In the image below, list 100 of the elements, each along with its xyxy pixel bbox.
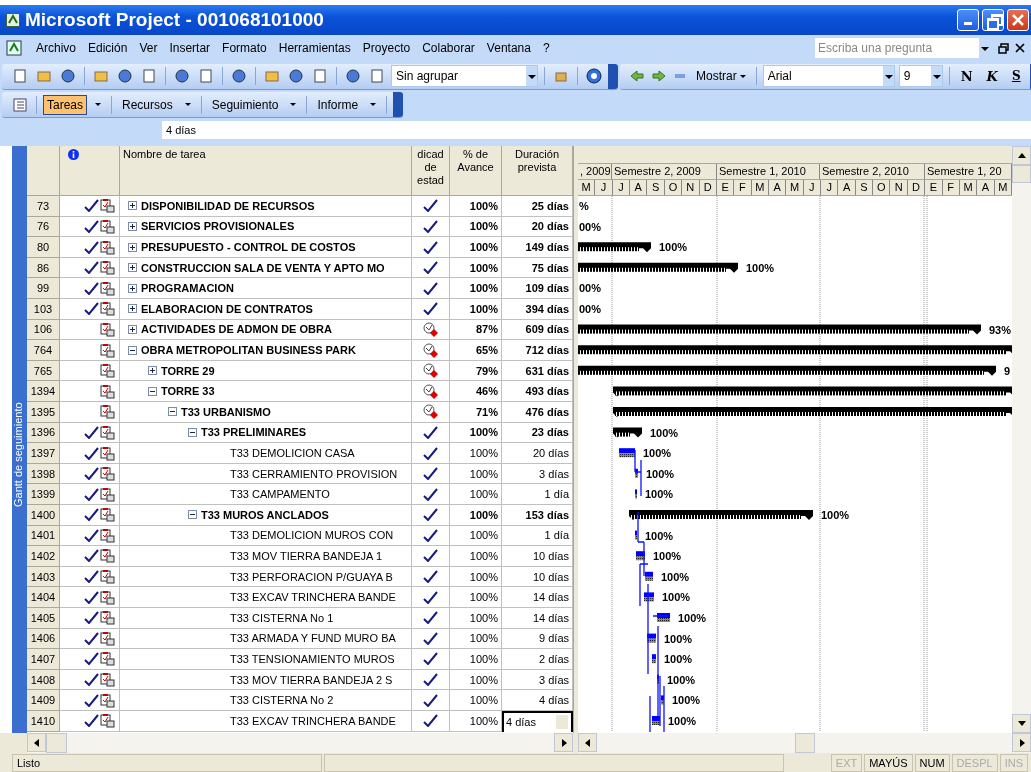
- horizontal-scrollbar[interactable]: [578, 733, 1031, 754]
- row-number[interactable]: 1401: [27, 525, 60, 547]
- column-header[interactable]: dicad de estad: [412, 146, 450, 197]
- row-number[interactable]: 106: [27, 319, 60, 341]
- column-header[interactable]: Nombre de tarea: [120, 146, 412, 197]
- row-number[interactable]: 764: [27, 340, 60, 361]
- row-number[interactable]: 1394: [27, 381, 60, 403]
- row-number[interactable]: 73: [27, 196, 60, 217]
- outline-toggle[interactable]: [148, 366, 157, 376]
- restore-document-icon[interactable]: [998, 42, 1009, 54]
- menu-item[interactable]: Ventana: [480, 41, 537, 56]
- summary-bar[interactable]: [578, 242, 651, 253]
- guide-tab[interactable]: Recursos: [118, 94, 177, 115]
- scroll-thumb[interactable]: [46, 733, 67, 754]
- outline-toggle[interactable]: [188, 427, 197, 437]
- arrow-left-icon[interactable]: [630, 69, 644, 83]
- row-number[interactable]: 1410: [27, 710, 60, 732]
- row-number[interactable]: 1402: [27, 546, 60, 567]
- row-number[interactable]: 1403: [27, 566, 60, 588]
- row-number[interactable]: 765: [27, 360, 60, 382]
- guide-tab[interactable]: Seguimiento: [207, 94, 283, 115]
- summary-bar[interactable]: [629, 510, 813, 521]
- scroll-thumb[interactable]: [1012, 165, 1031, 184]
- row-number[interactable]: 80: [27, 237, 60, 258]
- font-size-select[interactable]: 9: [898, 65, 943, 87]
- scroll-up-button[interactable]: [1012, 146, 1031, 166]
- task-bar[interactable]: [657, 613, 670, 623]
- task-bar[interactable]: [652, 716, 660, 726]
- task-bar[interactable]: [644, 592, 654, 602]
- menu-item[interactable]: Colaborar: [416, 41, 481, 56]
- outline-toggle[interactable]: [128, 283, 137, 293]
- scroll-left-button[interactable]: [578, 733, 597, 753]
- outline-toggle[interactable]: [128, 222, 137, 231]
- row-number[interactable]: 1400: [27, 505, 60, 526]
- format-button[interactable]: N: [955, 68, 978, 84]
- row-number[interactable]: 1405: [27, 607, 60, 629]
- task-bar[interactable]: [647, 633, 656, 643]
- task-bar[interactable]: [635, 468, 638, 478]
- row-number[interactable]: 1398: [27, 463, 60, 485]
- task-bar[interactable]: [645, 571, 653, 581]
- scroll-down-button[interactable]: [1012, 714, 1031, 734]
- task-bar[interactable]: [652, 654, 656, 664]
- row-number[interactable]: 1408: [27, 669, 60, 691]
- outline-toggle[interactable]: [128, 345, 137, 355]
- outline-toggle[interactable]: [128, 263, 137, 273]
- menu-item[interactable]: Ver: [133, 41, 164, 56]
- summary-bar[interactable]: [578, 345, 1012, 356]
- task-bar[interactable]: [619, 448, 635, 458]
- restore-button[interactable]: [982, 8, 1004, 31]
- list-icon[interactable]: [12, 96, 28, 113]
- format-button[interactable]: K: [981, 68, 1003, 84]
- summary-bar[interactable]: [613, 427, 642, 438]
- menu-item[interactable]: Formato: [216, 41, 273, 56]
- row-number[interactable]: 1406: [27, 628, 60, 650]
- row-number[interactable]: 1409: [27, 690, 60, 711]
- entry-field[interactable]: 4 días: [162, 121, 1031, 140]
- row-number[interactable]: 1404: [27, 587, 60, 608]
- menu-item[interactable]: Proyecto: [356, 41, 417, 56]
- outline-toggle[interactable]: [128, 324, 137, 334]
- row-number[interactable]: 1407: [27, 649, 60, 670]
- row-number[interactable]: 1396: [27, 422, 60, 444]
- horizontal-scrollbar[interactable]: [27, 733, 573, 754]
- menu-item[interactable]: Edición: [82, 41, 134, 56]
- show-button[interactable]: Mostrar: [692, 69, 750, 83]
- menu-item[interactable]: ?: [536, 41, 556, 56]
- task-bar[interactable]: [636, 551, 645, 561]
- row-number[interactable]: 1395: [27, 402, 60, 423]
- menu-item[interactable]: Herramientas: [272, 41, 357, 56]
- scroll-thumb[interactable]: [794, 733, 815, 754]
- arrow-right-icon[interactable]: [652, 69, 666, 83]
- outline-toggle[interactable]: [128, 242, 137, 252]
- help-icon[interactable]: [586, 68, 602, 84]
- summary-bar[interactable]: [578, 365, 996, 376]
- column-header[interactable]: % de Avance: [450, 146, 502, 197]
- help-question-field[interactable]: Escriba una pregunta: [815, 38, 990, 59]
- close-button[interactable]: [1007, 8, 1029, 31]
- toolbar-options-grip[interactable]: [608, 63, 618, 89]
- scroll-right-button[interactable]: [554, 733, 573, 753]
- guide-tab[interactable]: Informe: [313, 94, 363, 115]
- summary-bar[interactable]: [613, 407, 1012, 418]
- vertical-scrollbar[interactable]: [1012, 146, 1031, 734]
- row-number[interactable]: 99: [27, 278, 60, 300]
- outline-toggle[interactable]: [148, 386, 157, 396]
- toolbar-options-grip[interactable]: [393, 92, 404, 118]
- summary-bar[interactable]: [578, 262, 738, 273]
- font-select[interactable]: Arial: [762, 65, 895, 87]
- row-number[interactable]: 103: [27, 299, 60, 320]
- document-icon[interactable]: [6, 40, 22, 57]
- outline-toggle[interactable]: [128, 201, 137, 211]
- row-number[interactable]: 86: [27, 257, 60, 279]
- minimize-button[interactable]: [957, 8, 979, 31]
- outline-toggle[interactable]: [128, 304, 137, 314]
- row-number[interactable]: 1397: [27, 443, 60, 464]
- summary-bar[interactable]: [613, 386, 1012, 397]
- scroll-left-button[interactable]: [27, 733, 46, 753]
- menu-item[interactable]: Insertar: [163, 41, 217, 56]
- format-button[interactable]: S: [1006, 69, 1026, 83]
- scroll-right-button[interactable]: [1012, 733, 1031, 753]
- row-number[interactable]: 1399: [27, 484, 60, 505]
- outline-toggle[interactable]: [188, 510, 197, 520]
